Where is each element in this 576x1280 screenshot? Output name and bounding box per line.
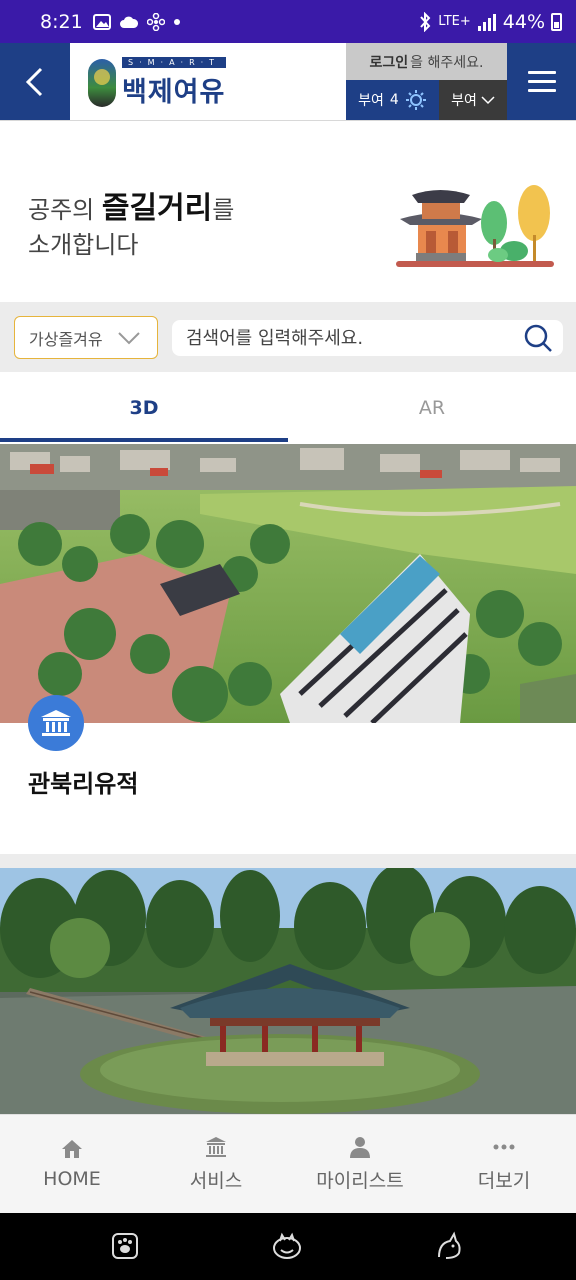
- more-dots-icon: [493, 1144, 515, 1149]
- battery-percent: 44%: [502, 10, 545, 33]
- person-icon: [350, 1136, 370, 1158]
- place-photo: [0, 868, 576, 1114]
- sun-icon: [405, 90, 426, 110]
- heritage-building-icon: [28, 695, 84, 751]
- intro-suffix: 를: [212, 196, 235, 224]
- intro-highlight: 즐길거리: [101, 191, 213, 226]
- weather-widget: 부여 4: [346, 80, 439, 120]
- system-indicators: LTE+ 44%: [418, 11, 562, 33]
- intro-banner: 공주의 즐길거리를 소개합니다: [0, 121, 576, 302]
- building-icon: [206, 1136, 226, 1157]
- place-card[interactable]: 관북리유적: [0, 444, 576, 854]
- place-photo: [0, 444, 576, 723]
- login-area: 로그인 을 해주세요. 부여 4 부여: [346, 43, 507, 120]
- region-select[interactable]: 부여: [439, 80, 507, 120]
- logo-name: 백제여유: [122, 77, 226, 108]
- hamburger-icon-bar: [527, 89, 556, 92]
- nav-mylist[interactable]: 마이리스트: [288, 1115, 432, 1213]
- cat-back-icon[interactable]: [434, 1231, 464, 1261]
- nav-service[interactable]: 서비스: [144, 1115, 288, 1213]
- search-input[interactable]: [172, 320, 502, 356]
- logo-emblem-icon: [88, 59, 116, 107]
- logo-smart-text: S·M·A·R·T: [122, 57, 226, 68]
- hamburger-icon-bar: [527, 80, 556, 83]
- menu-button[interactable]: [507, 43, 576, 120]
- category-select[interactable]: 가상즐겨유: [14, 316, 158, 359]
- search-icon[interactable]: [523, 323, 553, 353]
- nav-more-label: 더보기: [477, 1169, 531, 1192]
- tab-ar[interactable]: AR: [288, 372, 576, 444]
- battery-icon: [551, 12, 562, 31]
- card-divider: [0, 854, 576, 868]
- category-select-value: 가상즐겨유: [29, 329, 103, 349]
- nav-more[interactable]: 더보기: [432, 1115, 576, 1213]
- app-header: S·M·A·R·T 백제여유 로그인 을 해주세요. 부여 4 부여: [0, 43, 576, 121]
- intro-prefix: 공주의: [28, 196, 102, 224]
- search-bar: 가상즐겨유: [0, 302, 576, 372]
- intro-heading: 공주의 즐길거리를: [28, 183, 234, 227]
- app-logo[interactable]: S·M·A·R·T 백제여유: [88, 55, 238, 111]
- system-navigation-bar: [0, 1213, 576, 1280]
- login-link[interactable]: 로그인: [370, 52, 409, 72]
- home-icon: [62, 1140, 82, 1158]
- gallery-icon: [92, 13, 111, 30]
- hamburger-icon-bar: [527, 71, 556, 74]
- status-bar: 8:21 LTE+ 44%: [0, 0, 576, 43]
- nav-home-label: HOME: [43, 1168, 101, 1190]
- nav-home[interactable]: HOME: [0, 1115, 144, 1213]
- weather-region: 부여: [358, 93, 384, 109]
- network-type: LTE+: [438, 14, 471, 29]
- nav-mylist-label: 마이리스트: [316, 1169, 404, 1192]
- chevron-down-icon: [481, 96, 495, 105]
- search-field: [172, 320, 563, 356]
- weather-temp: 4: [389, 92, 399, 108]
- cloud-icon: [119, 16, 138, 28]
- paw-icon[interactable]: [110, 1231, 140, 1261]
- bluetooth-icon: [420, 11, 431, 32]
- pinwheel-icon: [146, 12, 165, 31]
- status-time: 8:21: [40, 10, 83, 33]
- chevron-left-icon: [25, 67, 43, 96]
- back-button[interactable]: [0, 43, 70, 120]
- signal-icon: [477, 13, 496, 31]
- cat-home-icon[interactable]: [272, 1231, 302, 1261]
- place-title: 관북리유적: [28, 770, 139, 798]
- nav-service-label: 서비스: [189, 1169, 243, 1192]
- bottom-navigation: HOME 서비스 마이리스트 더보기: [0, 1114, 576, 1213]
- pavilion-illustration-icon: [396, 185, 554, 267]
- place-card[interactable]: [0, 868, 576, 1114]
- notification-icons: [92, 12, 181, 31]
- dot-icon: [173, 18, 180, 25]
- region-select-value: 부여: [451, 93, 477, 109]
- login-prompt[interactable]: 로그인 을 해주세요.: [346, 43, 507, 80]
- login-suffix: 을 해주세요.: [410, 54, 484, 71]
- view-tabs: 3D AR: [0, 372, 576, 444]
- intro-subheading: 소개합니다: [28, 231, 139, 259]
- tab-3d[interactable]: 3D: [0, 372, 288, 444]
- chevron-down-icon: [118, 332, 140, 345]
